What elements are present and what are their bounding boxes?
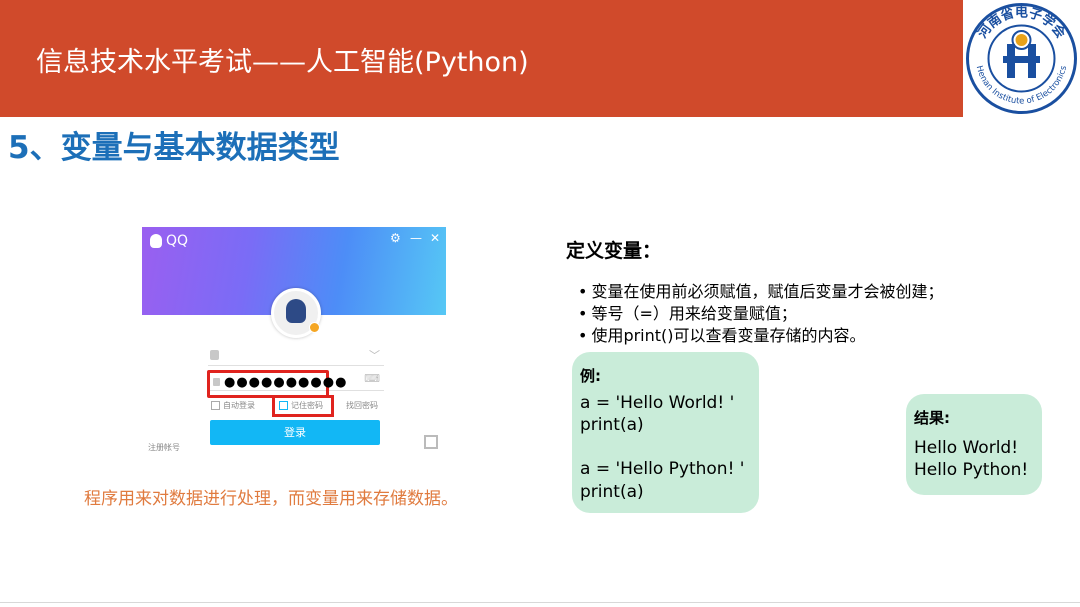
close-icon[interactable]: ✕ — [430, 231, 440, 245]
keyboard-icon[interactable]: ⌨ — [364, 372, 380, 385]
logo-seal-icon: 河南省电子学会 Henan Institute of Electronics — [966, 3, 1077, 114]
bullet-item: 变量在使用前必须赋值，赋值后变量才会被创建； — [578, 281, 943, 303]
example-box: 例: a = 'Hello World! ' print(a) a = 'Hel… — [572, 352, 759, 513]
retrieve-password-label: 找回密码 — [346, 401, 378, 410]
result-box: 结果: Hello World! Hello Python! — [906, 394, 1042, 495]
bullet-item: 等号（=）用来给变量赋值； — [578, 303, 943, 325]
remember-highlight — [272, 395, 334, 417]
account-input[interactable]: ﹀ — [208, 347, 384, 366]
section-title: 5、变量与基本数据类型 — [8, 130, 340, 166]
code-line: a = 'Hello World! ' — [580, 393, 735, 413]
definition-title: 定义变量： — [566, 240, 662, 262]
code-line: a = 'Hello Python! ' — [580, 459, 745, 479]
chevron-down-icon[interactable]: ﹀ — [369, 347, 380, 363]
institute-logo: 河南省电子学会 Henan Institute of Electronics — [963, 0, 1080, 117]
result-line: Hello Python! — [914, 460, 1029, 480]
lock-icon — [213, 378, 220, 386]
register-link[interactable]: 注册帐号 — [148, 442, 180, 453]
example-label: 例: — [580, 367, 601, 385]
penguin-icon — [150, 234, 162, 248]
avatar — [271, 288, 321, 338]
minimize-icon[interactable]: — — [410, 231, 422, 245]
password-highlight: ●●●●●●●●●● — [207, 370, 346, 398]
auto-login-label: 自动登录 — [223, 401, 255, 410]
caption: 程序用来对数据进行处理，而变量用来存储数据。 — [84, 489, 458, 509]
password-mask: ●●●●●●●●●● — [224, 375, 348, 390]
qq-login-screenshot: QQ ⚙ — ✕ ﹀ ⌨ ●●●●●●●●●● 自动登录 记住密码 找回密码 登… — [142, 227, 446, 462]
settings-icon[interactable]: ⚙ — [390, 231, 401, 245]
login-button[interactable]: 登录 — [210, 420, 380, 445]
header-title: 信息技术水平考试——人工智能(Python) — [36, 47, 529, 78]
qq-logo: QQ — [150, 233, 188, 249]
code-line: print(a) — [580, 415, 644, 435]
result-label: 结果: — [914, 409, 950, 427]
qr-code-icon[interactable] — [424, 435, 438, 449]
status-badge — [309, 322, 320, 333]
qq-app-name: QQ — [166, 233, 189, 249]
definition-bullets: 变量在使用前必须赋值，赋值后变量才会被创建； 等号（=）用来给变量赋值； 使用p… — [578, 281, 943, 347]
user-icon — [210, 350, 219, 360]
retrieve-password-link[interactable]: 找回密码 — [346, 400, 378, 411]
code-line: print(a) — [580, 482, 644, 502]
result-line: Hello World! — [914, 438, 1019, 458]
footer-divider — [0, 602, 1080, 603]
auto-login-checkbox[interactable]: 自动登录 — [211, 400, 255, 411]
bullet-item: 使用print()可以查看变量存储的内容。 — [578, 325, 943, 347]
